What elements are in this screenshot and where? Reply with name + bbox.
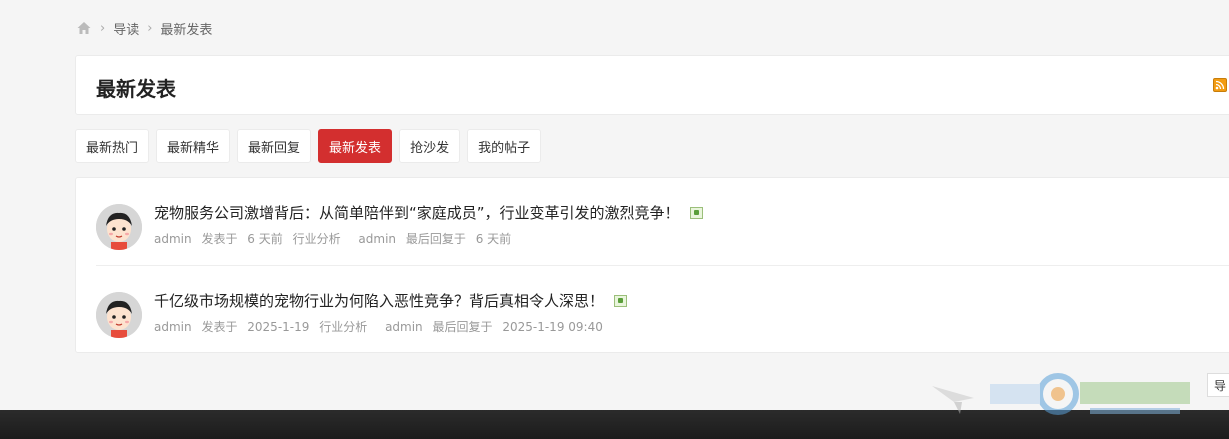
last-poster-link[interactable]: admin xyxy=(385,320,423,334)
breadcrumb-link-latest[interactable]: 最新发表 xyxy=(160,19,212,38)
page-header: 最新发表 xyxy=(75,55,1229,115)
breadcrumb-link-guide[interactable]: 导读 xyxy=(113,19,139,38)
avatar[interactable] xyxy=(96,292,142,338)
forum-link[interactable]: 行业分析 xyxy=(293,232,341,246)
watermark-logo xyxy=(932,373,1190,415)
image-attachment-icon xyxy=(689,207,703,219)
rss-icon[interactable] xyxy=(1213,78,1227,92)
last-reply-time: 6 天前 xyxy=(475,232,512,246)
forum-link[interactable]: 行业分析 xyxy=(319,320,367,334)
tab-sofa[interactable]: 抢沙发 xyxy=(399,129,461,163)
author-link[interactable]: admin xyxy=(154,232,192,246)
breadcrumb: › 导读 › 最新发表 xyxy=(76,19,212,38)
home-icon[interactable] xyxy=(76,20,92,36)
posted-label: 发表于 xyxy=(201,232,238,246)
tab-latest-reply[interactable]: 最新回复 xyxy=(237,129,312,163)
tab-latest-post[interactable]: 最新发表 xyxy=(318,129,393,163)
view-tabs: 最新热门 最新精华 最新回复 最新发表 抢沙发 我的帖子 xyxy=(75,129,548,163)
tab-digest[interactable]: 最新精华 xyxy=(156,129,231,163)
list-item: 千亿级市场规模的宠物行业为何陷入恶性竞争？背后真相令人深思！ admin 发表于… xyxy=(96,266,1216,354)
posted-label: 发表于 xyxy=(201,320,238,334)
chevron-right-icon: › xyxy=(147,20,153,36)
thread-title[interactable]: 千亿级市场规模的宠物行业为何陷入恶性竞争？背后真相令人深思！ xyxy=(154,290,628,311)
author-link[interactable]: admin xyxy=(154,320,192,334)
thread-meta: admin 发表于 6 天前 行业分析 admin 最后回复于 6 天前 xyxy=(154,230,517,247)
tab-my-posts[interactable]: 我的帖子 xyxy=(467,129,542,163)
avatar[interactable] xyxy=(96,204,142,250)
chevron-right-icon: › xyxy=(100,20,106,36)
image-attachment-icon xyxy=(614,295,628,307)
thread-meta: admin 发表于 2025-1-19 行业分析 admin 最后回复于 202… xyxy=(154,318,609,335)
thread-list: 宠物服务公司激增背后：从简单陪伴到“家庭成员”，行业变革引发的激烈竞争！ adm… xyxy=(75,177,1229,353)
list-item: 宠物服务公司激增背后：从简单陪伴到“家庭成员”，行业变革引发的激烈竞争！ adm… xyxy=(96,178,1216,266)
last-reply-time: 2025-1-19 09:40 xyxy=(502,320,603,334)
page-title: 最新发表 xyxy=(96,77,176,101)
last-reply-label: 最后回复于 xyxy=(405,232,466,246)
thread-title[interactable]: 宠物服务公司激增背后：从简单陪伴到“家庭成员”，行业变革引发的激烈竞争！ xyxy=(154,202,703,223)
side-guide-button[interactable]: 导 xyxy=(1207,373,1229,397)
posted-time: 2025-1-19 xyxy=(247,320,310,334)
tab-hot[interactable]: 最新热门 xyxy=(75,129,150,163)
posted-time: 6 天前 xyxy=(247,232,283,246)
last-reply-label: 最后回复于 xyxy=(432,320,493,334)
last-poster-link[interactable]: admin xyxy=(358,232,396,246)
